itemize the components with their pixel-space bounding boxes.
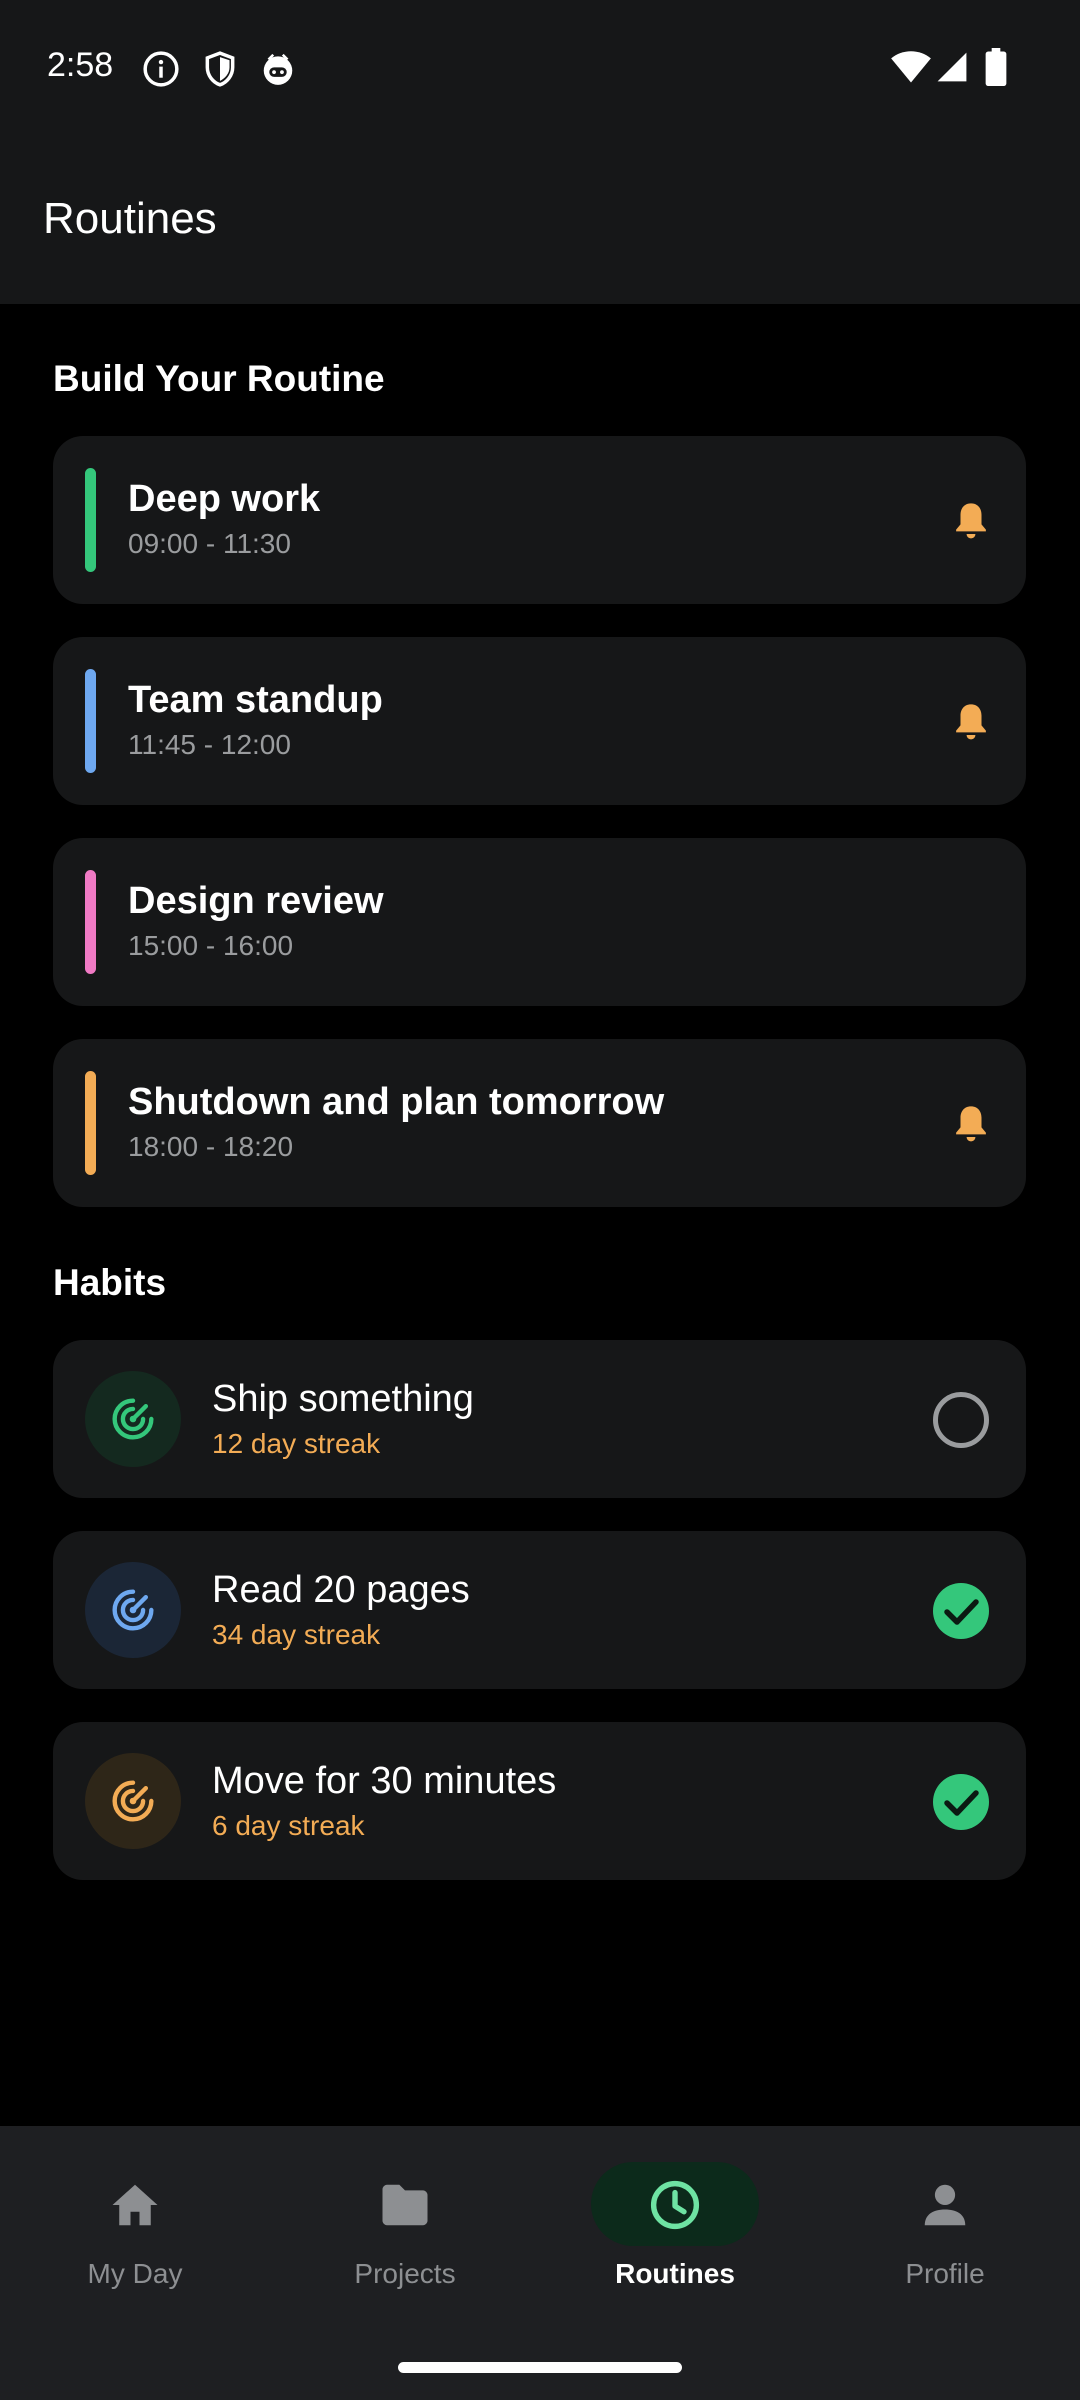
folder-icon bbox=[382, 2184, 428, 2226]
routine-name: Shutdown and plan tomorrow bbox=[128, 1081, 665, 1123]
routine-time: 11:45 - 12:00 bbox=[128, 729, 291, 760]
nav-label: Routines bbox=[615, 2258, 735, 2289]
routine-time: 09:00 - 11:30 bbox=[128, 528, 291, 559]
nav-label: Projects bbox=[354, 2258, 456, 2289]
habit-checkbox-checked[interactable] bbox=[932, 1773, 990, 1831]
habit-name: Read 20 pages bbox=[212, 1569, 470, 1611]
habit-icon-badge bbox=[85, 1753, 181, 1849]
routine-name: Design review bbox=[128, 880, 384, 922]
routine-color-bar bbox=[85, 1071, 96, 1175]
battery-icon bbox=[985, 48, 1007, 86]
habit-icon-badge bbox=[85, 1371, 181, 1467]
bell-icon[interactable] bbox=[950, 1101, 992, 1145]
habit-checkbox-checked[interactable] bbox=[932, 1582, 990, 1640]
app-bar: Routines bbox=[0, 138, 1080, 304]
target-icon bbox=[112, 1780, 154, 1822]
nav-label: Profile bbox=[905, 2258, 985, 2289]
nav-item-my-day[interactable]: My Day bbox=[0, 2126, 270, 2316]
routine-color-bar bbox=[85, 870, 96, 974]
routine-name: Team standup bbox=[128, 679, 383, 721]
routine-color-bar bbox=[85, 468, 96, 572]
routine-card-design-review[interactable]: Design review 15:00 - 16:00 bbox=[53, 838, 1026, 1006]
bell-icon[interactable] bbox=[950, 699, 992, 743]
home-indicator[interactable] bbox=[398, 2362, 682, 2373]
nav-label: My Day bbox=[87, 2258, 183, 2289]
target-icon bbox=[112, 1398, 154, 1440]
routine-card-shutdown[interactable]: Shutdown and plan tomorrow 18:00 - 18:20 bbox=[53, 1039, 1026, 1207]
bottom-navigation: My Day Projects Routines Profile bbox=[0, 2126, 1080, 2400]
bell-icon[interactable] bbox=[950, 498, 992, 542]
habit-streak: 6 day streak bbox=[212, 1810, 365, 1841]
shield-icon bbox=[205, 51, 235, 87]
wifi-icon bbox=[891, 51, 931, 83]
habit-icon-badge bbox=[85, 1562, 181, 1658]
status-time: 2:58 bbox=[47, 46, 114, 84]
page-title: Routines bbox=[43, 194, 217, 243]
habit-card-move-30-minutes[interactable]: Move for 30 minutes 6 day streak bbox=[53, 1722, 1026, 1880]
routine-time: 15:00 - 16:00 bbox=[128, 930, 294, 961]
routines-heading: Build Your Routine bbox=[53, 358, 385, 399]
routine-name: Deep work bbox=[128, 478, 321, 520]
status-bar: 2:58 bbox=[0, 0, 1080, 138]
assistant-icon bbox=[263, 53, 293, 85]
habit-name: Ship something bbox=[212, 1378, 474, 1420]
habit-card-read-20-pages[interactable]: Read 20 pages 34 day streak bbox=[53, 1531, 1026, 1689]
habit-checkbox-unchecked[interactable] bbox=[932, 1391, 990, 1449]
routine-card-team-standup[interactable]: Team standup 11:45 - 12:00 bbox=[53, 637, 1026, 805]
person-icon bbox=[924, 2184, 966, 2226]
habit-streak: 34 day streak bbox=[212, 1619, 381, 1650]
habit-streak: 12 day streak bbox=[212, 1428, 381, 1459]
routine-time: 18:00 - 18:20 bbox=[128, 1131, 294, 1162]
routine-card-deep-work[interactable]: Deep work 09:00 - 11:30 bbox=[53, 436, 1026, 604]
info-icon bbox=[143, 51, 179, 87]
habit-name: Move for 30 minutes bbox=[212, 1760, 557, 1802]
nav-item-projects[interactable]: Projects bbox=[270, 2126, 540, 2316]
habit-card-ship-something[interactable]: Ship something 12 day streak bbox=[53, 1340, 1026, 1498]
nav-item-routines[interactable]: Routines bbox=[540, 2126, 810, 2316]
target-icon bbox=[112, 1589, 154, 1631]
habits-heading: Habits bbox=[53, 1262, 167, 1303]
routine-color-bar bbox=[85, 669, 96, 773]
home-icon bbox=[112, 2184, 158, 2226]
clock-icon bbox=[650, 2180, 700, 2230]
cellular-signal-icon bbox=[937, 52, 967, 82]
nav-item-profile[interactable]: Profile bbox=[810, 2126, 1080, 2316]
